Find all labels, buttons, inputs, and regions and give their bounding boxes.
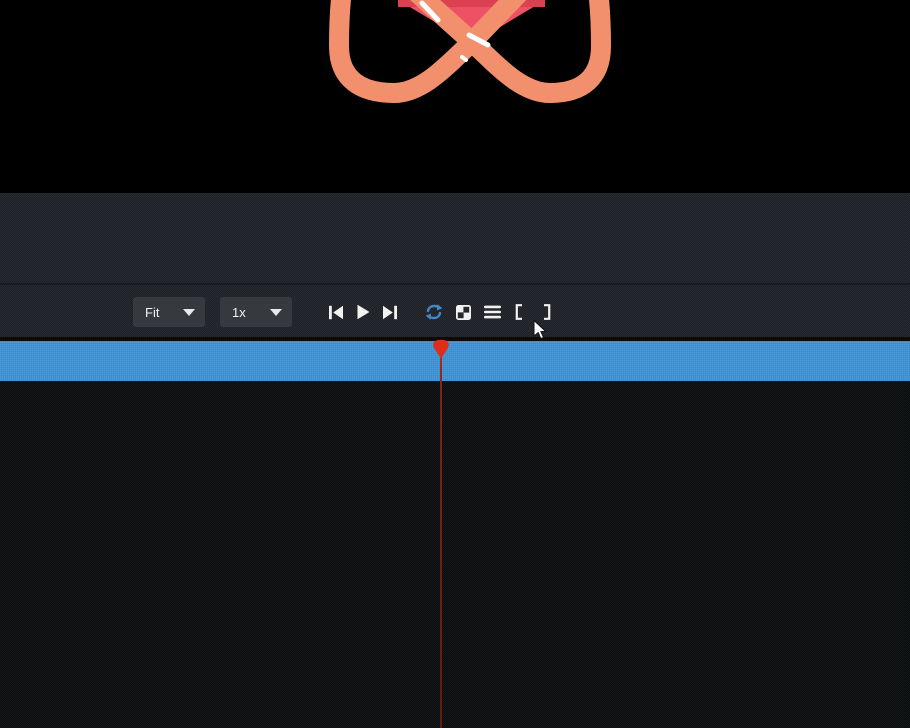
knot-highlight-dot (462, 57, 466, 60)
zoom-select-value: Fit (145, 306, 159, 319)
menu-button[interactable] (479, 299, 505, 325)
menu-lines-icon (484, 305, 501, 319)
loop-toggle-button[interactable] (421, 299, 447, 325)
bracket-out-icon (543, 304, 551, 320)
skip-to-start-icon (328, 305, 344, 320)
loop-icon (424, 304, 444, 320)
playhead-marker[interactable] (432, 339, 450, 359)
playhead-line (440, 356, 442, 728)
play-icon (356, 304, 370, 320)
bracket-out-button[interactable] (534, 299, 560, 325)
timeline-panel (0, 381, 910, 728)
chevron-down-icon (183, 309, 195, 316)
skip-to-end-icon (382, 305, 398, 320)
checkerboard-background-icon (456, 305, 471, 320)
background-toggle-button[interactable] (450, 299, 476, 325)
knot-animation-artwork (312, 0, 622, 112)
stage-lower-band (0, 193, 910, 283)
bracket-in-icon (515, 304, 523, 320)
speed-select[interactable]: 1x (220, 297, 292, 327)
animation-player-window: Fit 1x (0, 0, 910, 728)
chevron-down-icon (270, 309, 282, 316)
speed-select-value: 1x (232, 306, 246, 319)
bracket-in-button[interactable] (506, 299, 532, 325)
skip-to-start-button[interactable] (323, 299, 349, 325)
timeline-scrubber-track[interactable] (0, 341, 910, 381)
preview-stage (0, 0, 910, 193)
skip-to-end-button[interactable] (377, 299, 403, 325)
playhead-marker-shape (433, 340, 449, 359)
zoom-select[interactable]: Fit (133, 297, 205, 327)
play-button[interactable] (350, 299, 376, 325)
